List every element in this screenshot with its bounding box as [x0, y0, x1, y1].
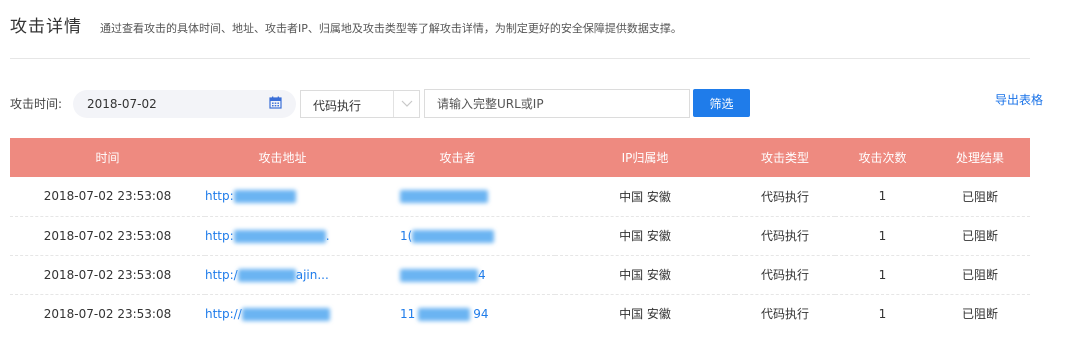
cell-attacker[interactable]: 4: [360, 255, 555, 295]
cell-time: 2018-07-02 23:53:08: [43, 306, 172, 321]
select-arrow[interactable]: [393, 91, 419, 117]
cell-url[interactable]: http:/ ajin...: [205, 255, 360, 295]
url-text[interactable]: http:: [205, 189, 234, 203]
table-row: 2018-07-02 23:53:08 http:/ ajin... 4 中国 安…: [10, 255, 1030, 295]
redacted-blur: [400, 190, 488, 204]
url-text[interactable]: http://: [205, 307, 242, 321]
cell-location: 中国 安徽: [619, 307, 671, 322]
cell-count: 1: [835, 255, 930, 295]
redacted-blur: [400, 268, 478, 282]
redacted-blur: [237, 268, 296, 282]
url-text[interactable]: http:: [205, 229, 234, 243]
cell-count: 1: [835, 216, 930, 256]
cell-attacker[interactable]: 11 94: [360, 294, 555, 333]
cell-url[interactable]: http://: [205, 294, 360, 333]
export-table-link[interactable]: 导出表格: [995, 91, 1043, 108]
column-header-location: IP归属地: [555, 138, 735, 177]
cell-type: 代码执行: [760, 307, 809, 322]
cell-result: 已阻断: [961, 307, 998, 322]
column-header-attacker: 攻击者: [360, 138, 555, 177]
attacker-text[interactable]: 1(: [400, 229, 412, 243]
redacted-blur: [233, 229, 326, 243]
cell-time: 2018-07-02 23:53:08: [10, 216, 205, 256]
cell-type: 代码执行: [735, 177, 835, 217]
url-text-suffix[interactable]: .: [326, 229, 330, 243]
cell-count: 1: [835, 177, 930, 217]
redacted-blur: [418, 307, 471, 321]
table-row: 2018-07-02 23:53:08 http:// 11 94 中国 安徽 代…: [10, 294, 1030, 333]
attack-type-select[interactable]: 代码执行: [300, 90, 420, 118]
cell-attacker[interactable]: 1(: [360, 216, 555, 256]
cell-location: 中国 安徽: [555, 216, 735, 256]
column-header-time: 时间: [10, 138, 205, 177]
page-description: 通过查看攻击的具体时间、地址、攻击者IP、归属地及攻击类型等了解攻击详情，为制定…: [100, 22, 682, 35]
url-ip-search-input[interactable]: [424, 89, 690, 118]
column-header-url: 攻击地址: [205, 138, 360, 177]
cell-time: 2018-07-02 23:53:08: [10, 177, 205, 217]
table-row: 2018-07-02 23:53:08 http:. 1( 中国 安徽 代码执行…: [10, 216, 1030, 256]
cell-location: 中国 安徽: [555, 177, 735, 217]
filter-button[interactable]: 筛选: [693, 89, 750, 117]
cell-result: 已阻断: [930, 177, 1030, 217]
date-picker[interactable]: 2018-07-02: [73, 90, 296, 118]
column-header-type: 攻击类型: [735, 138, 835, 177]
url-text[interactable]: http:/: [205, 268, 238, 282]
column-header-result: 处理结果: [930, 138, 1030, 177]
cell-url[interactable]: http:: [205, 177, 360, 217]
cell-location: 中国 安徽: [555, 255, 735, 295]
cell-url[interactable]: http:.: [205, 216, 360, 256]
attacker-text-suffix[interactable]: 4: [478, 268, 486, 282]
column-header-count: 攻击次数: [835, 138, 930, 177]
attack-type-value: 代码执行: [313, 99, 362, 113]
redacted-blur: [412, 229, 495, 243]
attacker-text-suffix[interactable]: 94: [473, 307, 488, 321]
page-header: 攻击详情 通过查看攻击的具体时间、地址、攻击者IP、归属地及攻击类型等了解攻击详…: [10, 12, 682, 37]
cell-count: 1: [878, 306, 887, 321]
cell-attacker[interactable]: [360, 177, 555, 217]
header-divider: [10, 58, 1030, 59]
date-value: 2018-07-02: [87, 97, 157, 111]
page-title: 攻击详情: [10, 17, 82, 37]
table-header-row: 时间 攻击地址 攻击者 IP归属地 攻击类型 攻击次数 处理结果: [10, 138, 1030, 177]
cell-type: 代码执行: [735, 255, 835, 295]
url-text-suffix[interactable]: ajin...: [296, 268, 329, 282]
attack-table: 时间 攻击地址 攻击者 IP归属地 攻击类型 攻击次数 处理结果 2018-07…: [10, 138, 1030, 333]
cell-result: 已阻断: [930, 216, 1030, 256]
attacker-text[interactable]: 11: [400, 307, 415, 321]
cell-time: 2018-07-02 23:53:08: [10, 255, 205, 295]
redacted-blur: [241, 307, 330, 321]
filter-bar: 攻击时间: 2018-07-02 代码执行 筛选 导出表格: [10, 89, 1060, 118]
redacted-blur: [233, 190, 296, 204]
calendar-icon[interactable]: [269, 96, 282, 109]
cell-type: 代码执行: [735, 216, 835, 256]
table-row: 2018-07-02 23:53:08 http: 中国 安徽 代码执行 1 已…: [10, 177, 1030, 217]
cell-result: 已阻断: [930, 255, 1030, 295]
chevron-down-icon: [401, 100, 413, 107]
attack-time-label: 攻击时间:: [10, 97, 63, 111]
